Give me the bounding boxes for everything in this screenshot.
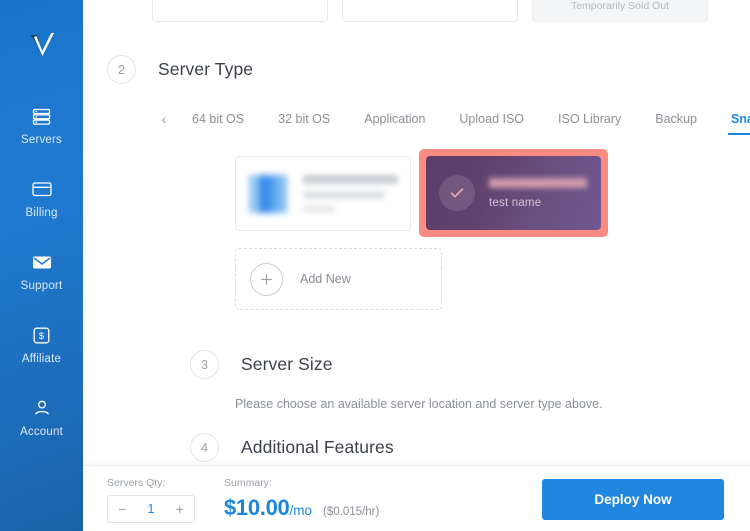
step-number-badge: 4: [190, 433, 219, 462]
snapshot-card-unselected[interactable]: [235, 156, 411, 231]
main-sidebar: Servers Billing Support $ Affiliate Acco…: [0, 0, 83, 531]
quantity-stepper: − 1 +: [107, 495, 195, 523]
blurred-text-line: [489, 177, 587, 188]
server-type-tabbar: ‹ 64 bit OS 32 bit OS Application Upload…: [153, 103, 750, 135]
servers-qty-label: Servers Qty:: [107, 477, 166, 489]
chevron-left-icon[interactable]: ‹: [153, 112, 175, 126]
sold-out-label: Temporarily Sold Out: [570, 0, 670, 12]
section-title-server-size: Server Size: [241, 354, 333, 374]
quantity-value[interactable]: 1: [137, 502, 166, 516]
region-cards-partial-row: Temporarily Sold Out: [83, 0, 750, 22]
sidebar-item-label: Servers: [20, 134, 63, 146]
main-content: Temporarily Sold Out 2 Server Type ‹ 64 …: [83, 0, 750, 531]
blurred-text-line: [303, 175, 398, 184]
vultr-v-checkmark-logo: [29, 33, 54, 56]
step-number-badge: 3: [190, 350, 219, 379]
quantity-increment-button[interactable]: +: [165, 502, 194, 516]
sidebar-item-label: Billing: [25, 207, 58, 219]
credit-card-icon: [31, 178, 52, 200]
sidebar-item-label: Support: [20, 280, 63, 292]
snapshot-card-selected[interactable]: test name: [419, 149, 608, 237]
step-4-header: 4 Additional Features: [190, 433, 394, 462]
sidebar-item-billing[interactable]: Billing: [0, 169, 83, 228]
tab-upload-iso[interactable]: Upload ISO: [459, 112, 524, 135]
tab-32-bit-os[interactable]: 32 bit OS: [278, 112, 330, 135]
check-icon: [439, 175, 475, 211]
price-row: $10.00 /mo ($0.015/hr): [224, 495, 379, 521]
sidebar-item-servers[interactable]: Servers: [0, 96, 83, 155]
add-new-label: Add New: [300, 272, 351, 286]
person-icon: [33, 397, 51, 419]
region-card[interactable]: [152, 0, 328, 22]
envelope-icon: [32, 251, 52, 273]
tab-application[interactable]: Application: [364, 112, 425, 135]
region-card-sold-out: Temporarily Sold Out: [532, 0, 708, 22]
deploy-now-button[interactable]: Deploy Now: [542, 479, 724, 520]
section-title-additional-features: Additional Features: [241, 437, 394, 457]
quantity-decrement-button[interactable]: −: [108, 502, 137, 516]
snapshot-card-info: test name: [489, 177, 601, 209]
price-hourly: ($0.015/hr): [323, 506, 380, 518]
region-card[interactable]: [342, 0, 518, 22]
server-size-note: Please choose an available server locati…: [235, 397, 603, 411]
os-thumbnail-icon: [249, 174, 287, 213]
sidebar-item-support[interactable]: Support: [0, 242, 83, 301]
sidebar-item-label: Affiliate: [21, 353, 62, 365]
dollar-badge-icon: $: [33, 324, 50, 346]
add-new-snapshot-button[interactable]: Add New: [235, 248, 442, 310]
price-monthly: $10.00: [224, 495, 290, 520]
sidebar-item-account[interactable]: Account: [0, 388, 83, 447]
tab-backup[interactable]: Backup: [655, 112, 697, 135]
snapshot-card-text-blurred: [303, 175, 410, 212]
step-3-header: 3 Server Size: [190, 350, 333, 379]
sidebar-item-label: Account: [20, 426, 63, 438]
deploy-bottom-bar: Servers Qty: − 1 + Summary: $10.00 /mo (…: [83, 465, 750, 531]
app-logo[interactable]: [25, 22, 59, 70]
tab-64-bit-os[interactable]: 64 bit OS: [192, 112, 244, 135]
servers-qty-group: Servers Qty: − 1 +: [107, 477, 195, 523]
step-2-header: 2 Server Type: [107, 55, 253, 84]
plus-icon: [250, 262, 283, 296]
server-deploy-page: Servers Billing Support $ Affiliate Acco…: [0, 0, 750, 531]
sidebar-item-affiliate[interactable]: $ Affiliate: [0, 315, 83, 374]
page-title: Server Type: [158, 59, 254, 79]
summary-group: Summary: $10.00 /mo ($0.015/hr): [224, 477, 379, 521]
step-number-badge: 2: [107, 55, 136, 84]
tab-snapshot[interactable]: Snapshot: [727, 112, 750, 135]
snapshot-name-label: test name: [489, 196, 542, 209]
blurred-text-line: [303, 206, 336, 212]
tab-iso-library[interactable]: ISO Library: [558, 112, 621, 135]
price-monthly-unit: /mo: [289, 503, 313, 518]
sidebar-nav: Servers Billing Support $ Affiliate Acco…: [0, 96, 83, 461]
servers-icon: [32, 105, 51, 127]
blurred-text-line: [303, 191, 385, 199]
snapshot-card-body: test name: [426, 156, 601, 230]
summary-label: Summary:: [224, 477, 272, 489]
svg-text:$: $: [39, 331, 45, 342]
